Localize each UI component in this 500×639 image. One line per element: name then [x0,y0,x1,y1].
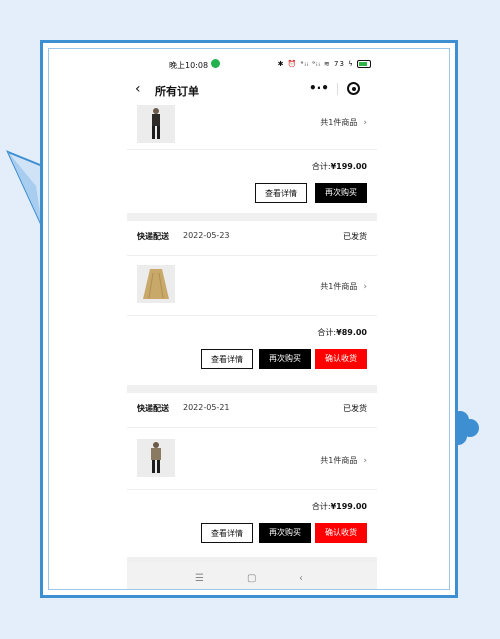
page-title: 所有订单 [155,85,199,98]
menu-key-icon[interactable]: ☰ [195,573,204,584]
product-thumbnail[interactable] [137,265,175,303]
close-program-icon[interactable] [347,82,360,95]
wechat-icon [211,59,220,68]
section-gap [127,213,377,221]
confirm-receipt-button[interactable]: 确认收货 [315,523,367,543]
navigation-bar: ‹ 所有订单 •·• [127,75,377,105]
skirt-product-icon [143,269,169,299]
shipping-method: 快递配送 [137,232,169,241]
shipping-method: 快递配送 [137,404,169,413]
system-navigation-bar: ☰ ▢ ‹ [127,563,377,589]
back-key-icon[interactable]: ‹ [299,573,303,584]
item-count[interactable]: 共1件商品 › [320,455,367,466]
confirm-receipt-button[interactable]: 确认收货 [315,349,367,369]
person-figure-icon [151,442,161,473]
battery-icon [357,60,371,68]
order-date: 2022-05-21 [183,403,230,412]
product-thumbnail[interactable] [137,105,175,143]
view-details-button[interactable]: 查看详情 [201,523,253,543]
buy-again-button[interactable]: 再次购买 [259,523,311,543]
item-count[interactable]: 共1件商品 › [320,117,367,128]
frame-inner: 晚上10:08 ✱ ⏰ ᵊᵢᵢ ᵊᵢᵢ ≋ 73 ϟ ‹ 所有订单 •·• 共1… [48,48,450,590]
order-total: 合计:¥199.00 [311,502,367,511]
buy-again-button[interactable]: 再次购买 [315,183,367,203]
buy-again-button[interactable]: 再次购买 [259,349,311,369]
view-details-button[interactable]: 查看详情 [201,349,253,369]
home-key-icon[interactable]: ▢ [247,573,256,584]
status-icons: ✱ ⏰ ᵊᵢᵢ ᵊᵢᵢ ≋ 73 ϟ [278,60,371,68]
chevron-right-icon: › [363,282,367,292]
person-figure-icon [152,108,160,139]
more-options-icon[interactable]: •·• [309,81,329,95]
order-status: 已发货 [343,232,367,241]
chevron-right-icon: › [363,118,367,128]
product-thumbnail[interactable] [137,439,175,477]
capsule-divider [337,83,338,95]
order-total: 合计:¥199.00 [311,162,367,171]
view-details-button[interactable]: 查看详情 [255,183,307,203]
order-total: 合计:¥89.00 [317,328,367,337]
divider [127,315,377,316]
mini-program-capsule: •·• [303,79,369,101]
back-arrow-icon[interactable]: ‹ [135,81,141,97]
item-count[interactable]: 共1件商品 › [320,281,367,292]
background: 晚上10:08 ✱ ⏰ ᵊᵢᵢ ᵊᵢᵢ ≋ 73 ϟ ‹ 所有订单 •·• 共1… [0,0,500,639]
status-bar: 晚上10:08 ✱ ⏰ ᵊᵢᵢ ᵊᵢᵢ ≋ 73 ϟ [127,57,377,73]
status-time: 晚上10:08 [169,61,209,70]
chevron-right-icon: › [363,456,367,466]
divider [127,489,377,490]
order-status: 已发货 [343,404,367,413]
section-gap [127,385,377,393]
divider [127,149,377,150]
screenshot-frame: 晚上10:08 ✱ ⏰ ᵊᵢᵢ ᵊᵢᵢ ≋ 73 ϟ ‹ 所有订单 •·• 共1… [40,40,458,598]
divider [127,427,377,428]
divider [127,255,377,256]
order-date: 2022-05-23 [183,231,230,240]
phone-screen: 晚上10:08 ✱ ⏰ ᵊᵢᵢ ᵊᵢᵢ ≋ 73 ϟ ‹ 所有订单 •·• 共1… [127,49,377,589]
status-indicators: ✱ ⏰ ᵊᵢᵢ ᵊᵢᵢ ≋ 73 ϟ [277,60,354,68]
